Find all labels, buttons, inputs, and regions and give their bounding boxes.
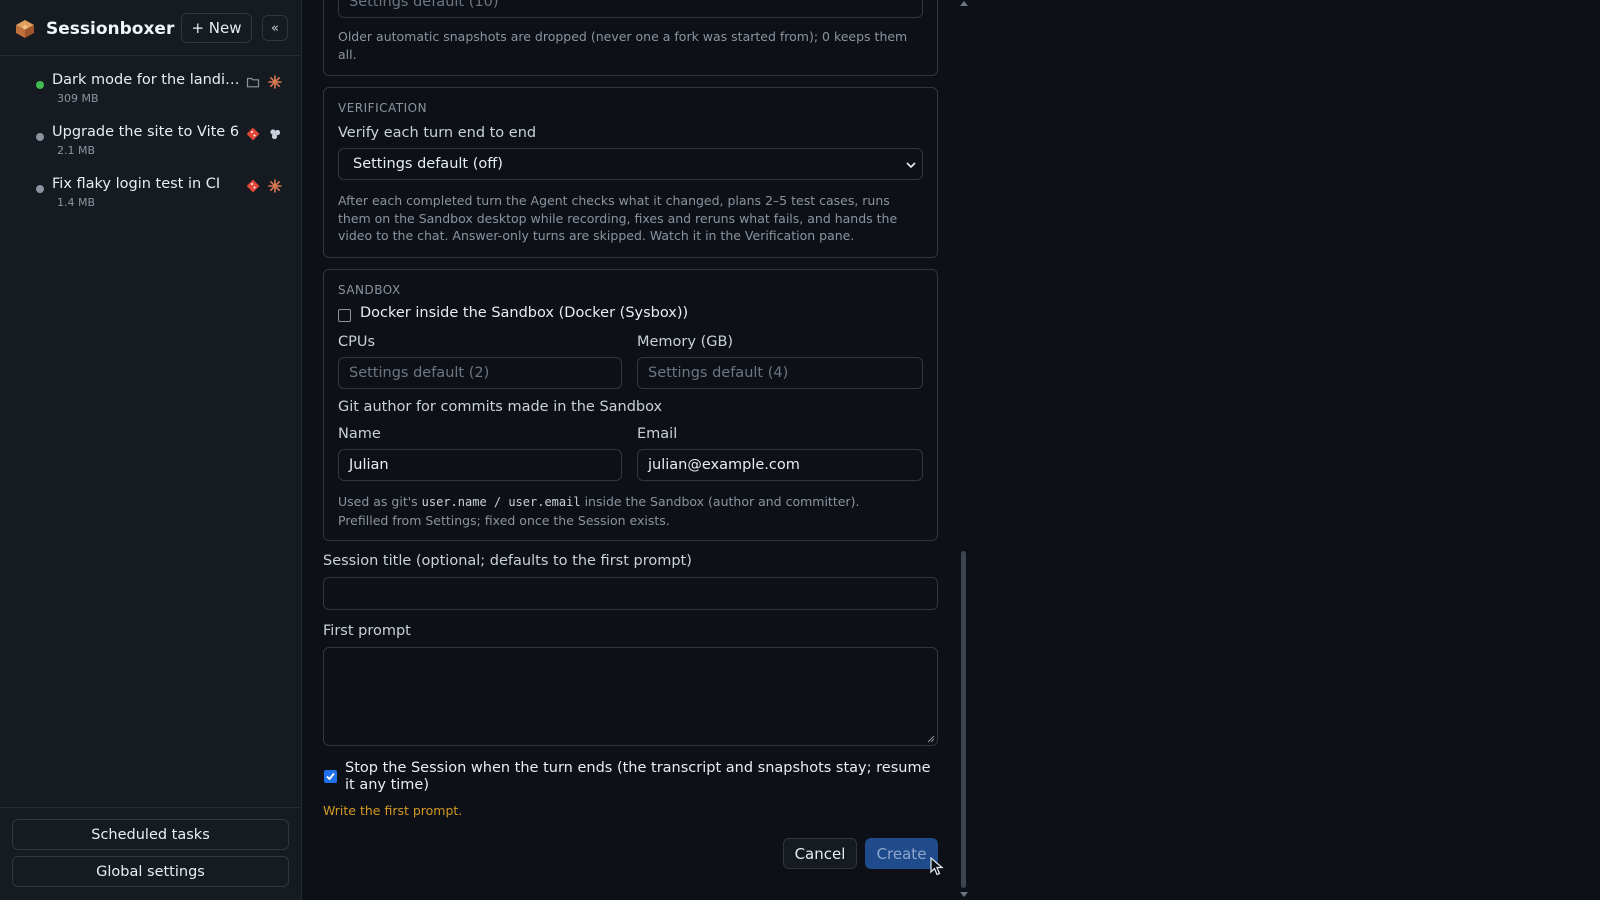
memory-label: Memory (GB) bbox=[637, 334, 734, 350]
memory-input[interactable]: Settings default (4) bbox=[637, 357, 923, 389]
session-size: 1.4 MB bbox=[57, 196, 96, 209]
git-name-input[interactable]: Julian bbox=[338, 449, 622, 481]
resize-handle-icon bbox=[927, 735, 935, 743]
verification-section-label: VERIFICATION bbox=[338, 101, 428, 115]
session-item[interactable]: Upgrade the site to Vite 6 2.1 MB bbox=[0, 122, 302, 168]
claude-spark-icon bbox=[268, 75, 282, 89]
sidebar: Sessionboxer + New « Dark mode for the l… bbox=[0, 0, 302, 900]
snapshots-help: Older automatic snapshots are dropped (n… bbox=[338, 29, 908, 62]
verification-card: VERIFICATION Verify each turn end to end… bbox=[323, 87, 938, 258]
scroll-thumb[interactable] bbox=[961, 551, 966, 888]
session-title: Fix flaky login test in CI bbox=[52, 176, 221, 192]
sandbox-section-label: SANDBOX bbox=[338, 283, 401, 297]
git-icon bbox=[246, 127, 260, 141]
git-icon bbox=[246, 179, 260, 193]
validation-warning: Write the first prompt. bbox=[323, 803, 463, 818]
first-prompt-textarea[interactable] bbox=[323, 647, 938, 746]
scroll-up-icon[interactable] bbox=[960, 1, 968, 6]
new-session-button[interactable]: + New bbox=[181, 13, 252, 43]
docker-checkbox[interactable] bbox=[338, 309, 351, 322]
session-title-input[interactable] bbox=[323, 577, 938, 610]
app-name: Sessionboxer bbox=[46, 19, 175, 39]
scroll-down-icon[interactable] bbox=[960, 892, 968, 897]
git-email-label: Email bbox=[637, 426, 678, 442]
stop-session-label: Stop the Session when the turn ends (the… bbox=[345, 760, 931, 793]
session-item[interactable]: Dark mode for the landing page 309 MB bbox=[0, 70, 302, 116]
docker-label: Docker inside the Sandbox (Docker (Sysbo… bbox=[360, 305, 689, 321]
status-dot bbox=[36, 81, 44, 89]
git-help-prefix: Used as git's bbox=[338, 494, 422, 509]
git-author-help: Used as git's user.name / user.email ins… bbox=[338, 493, 923, 529]
cancel-button[interactable]: Cancel bbox=[783, 838, 857, 869]
verification-select-value: Settings default (off) bbox=[353, 156, 503, 172]
create-button[interactable]: Create bbox=[865, 838, 938, 869]
mouse-cursor-icon bbox=[930, 857, 944, 876]
verify-label: Verify each turn end to end bbox=[338, 125, 537, 141]
status-dot bbox=[36, 185, 44, 193]
session-item[interactable]: Fix flaky login test in CI 1.4 MB bbox=[0, 174, 302, 220]
session-size: 309 MB bbox=[57, 92, 99, 105]
first-prompt-label: First prompt bbox=[323, 623, 411, 639]
brand[interactable]: Sessionboxer bbox=[14, 14, 174, 44]
verification-select[interactable]: Settings default (off) bbox=[338, 148, 923, 180]
collapse-sidebar-button[interactable]: « bbox=[262, 15, 288, 41]
verification-help: After each completed turn the Agent chec… bbox=[338, 193, 898, 243]
snapshots-card: Settings default (10) Older automatic sn… bbox=[323, 0, 938, 76]
git-name-label: Name bbox=[338, 426, 381, 442]
sidebar-footer-divider bbox=[0, 807, 302, 808]
folder-icon bbox=[246, 77, 260, 88]
chevron-down-icon bbox=[906, 162, 916, 169]
stop-session-checkbox[interactable] bbox=[324, 770, 337, 783]
cpus-input[interactable]: Settings default (2) bbox=[338, 357, 622, 389]
snapshot-limit-input[interactable]: Settings default (10) bbox=[338, 0, 923, 18]
claude-spark-icon bbox=[268, 179, 282, 193]
git-author-label: Git author for commits made in the Sandb… bbox=[338, 399, 663, 415]
openai-icon bbox=[270, 129, 281, 140]
session-title-label: Session title (optional; defaults to the… bbox=[323, 553, 692, 569]
checkmark-icon bbox=[326, 772, 335, 781]
session-title: Upgrade the site to Vite 6 bbox=[52, 124, 240, 140]
status-dot bbox=[36, 133, 44, 141]
sessionboxer-logo-icon bbox=[16, 20, 34, 38]
new-session-form: Settings default (10) Older automatic sn… bbox=[302, 0, 1600, 900]
git-help-code: user.name / user.email bbox=[421, 495, 581, 509]
global-settings-button[interactable]: Global settings bbox=[12, 856, 289, 887]
sandbox-card: SANDBOX Docker inside the Sandbox (Docke… bbox=[323, 269, 938, 541]
scrollbar[interactable] bbox=[959, 0, 968, 900]
cpus-label: CPUs bbox=[338, 334, 376, 350]
session-size: 2.1 MB bbox=[57, 144, 96, 157]
git-help-line2: Prefilled from Settings; fixed once the … bbox=[338, 512, 670, 528]
scheduled-tasks-button[interactable]: Scheduled tasks bbox=[12, 819, 289, 850]
sidebar-divider bbox=[0, 55, 302, 56]
session-title: Dark mode for the landing page bbox=[52, 72, 240, 88]
git-help-suffix: inside the Sandbox (author and committer… bbox=[580, 494, 860, 509]
git-email-input[interactable]: julian@example.com bbox=[637, 449, 923, 481]
